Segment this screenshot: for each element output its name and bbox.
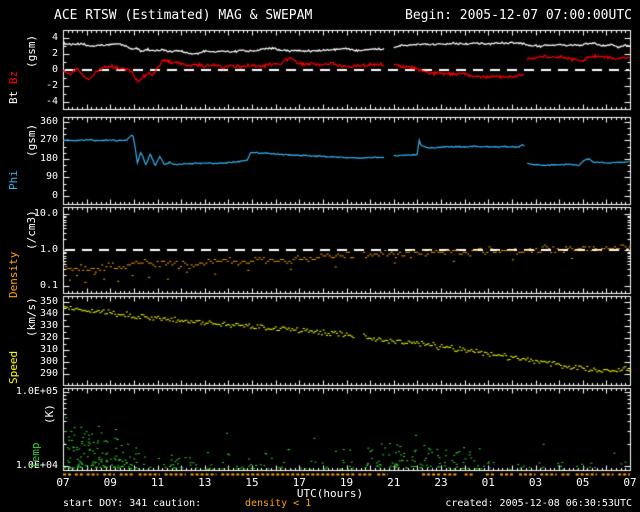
y-tick-label-speed: 310 — [39, 344, 58, 355]
x-tick-label: 15 — [245, 476, 259, 489]
y-axis-title-part: Bt — [7, 84, 20, 104]
caution-label: caution: — [153, 498, 202, 509]
created-timestamp: created: 2005-12-08 06:30:53UTC — [445, 498, 632, 509]
y-axis-unit-density: (/cm3) — [25, 210, 38, 250]
y-tick-label-mag: 2 — [51, 47, 58, 59]
y-axis-unit-phi: (gsm) — [25, 123, 38, 157]
plot-canvas — [0, 0, 640, 512]
y-tick-label-speed: 350 — [39, 296, 58, 307]
y-tick-label-mag: 0 — [51, 63, 58, 75]
y-axis-title-part: Density — [7, 251, 20, 298]
y-tick-label-phi: 360 — [39, 115, 58, 127]
start-doy-label: start DOY: 341 — [63, 498, 148, 509]
caution-value: density < 1 — [245, 498, 312, 509]
x-tick-label: 07 — [56, 476, 70, 489]
y-tick-label-speed: 290 — [39, 368, 58, 379]
y-tick-label-mag: 4 — [51, 31, 58, 43]
y-tick-label-mag: -4 — [45, 95, 58, 107]
y-axis-title-mag: Bt Bz — [7, 70, 20, 104]
y-tick-label-density: 1.0 — [39, 244, 58, 255]
y-axis-unit-temp: (K) — [43, 404, 56, 424]
y-tick-label-speed: 320 — [39, 332, 58, 343]
y-axis-title-part: Speed — [7, 350, 20, 384]
y-axis-title-part: Bz — [7, 70, 20, 85]
y-tick-label-speed: 330 — [39, 320, 58, 331]
y-tick-label-phi: 180 — [39, 152, 58, 164]
x-tick-label: 03 — [528, 476, 543, 489]
y-axis-title-density: Density — [7, 251, 20, 298]
y-tick-label-speed: 340 — [39, 308, 58, 319]
x-tick-label: 13 — [198, 476, 212, 489]
y-tick-label-density: 0.1 — [39, 280, 58, 291]
x-tick-label: 07 — [623, 476, 637, 489]
begin-timestamp: Begin: 2005-12-07 07:00:00UTC — [405, 8, 632, 23]
y-tick-label-mag: -2 — [45, 79, 58, 91]
y-axis-title-phi: Phi — [7, 170, 20, 190]
y-axis-title-temp: Temp — [29, 442, 42, 470]
y-axis-title-part: Phi — [7, 170, 20, 190]
x-tick-label: 05 — [576, 476, 590, 489]
y-axis-title-part: Temp — [29, 442, 42, 470]
y-axis-unit-mag: (gsm) — [25, 34, 38, 68]
plot-title: ACE RTSW (Estimated) MAG & SWEPAM — [54, 8, 313, 23]
y-tick-label-phi: 270 — [39, 134, 58, 146]
x-tick-label: 01 — [481, 476, 495, 489]
x-tick-label: 09 — [103, 476, 117, 489]
y-tick-label-phi: 90 — [45, 171, 58, 183]
x-tick-label: 11 — [150, 476, 165, 489]
ace-rtsw-mag-swepam-plot: ACE RTSW (Estimated) MAG & SWEPAM Begin:… — [0, 0, 640, 512]
y-tick-label-phi: 0 — [51, 190, 58, 201]
y-tick-label-speed: 300 — [39, 356, 58, 367]
y-tick-label-temp: 1.0E+05 — [15, 386, 58, 397]
x-tick-label: 21 — [387, 476, 401, 489]
x-tick-label: 23 — [434, 476, 448, 489]
y-axis-unit-speed: (km/s) — [25, 297, 38, 337]
y-axis-title-speed: Speed — [7, 350, 20, 384]
